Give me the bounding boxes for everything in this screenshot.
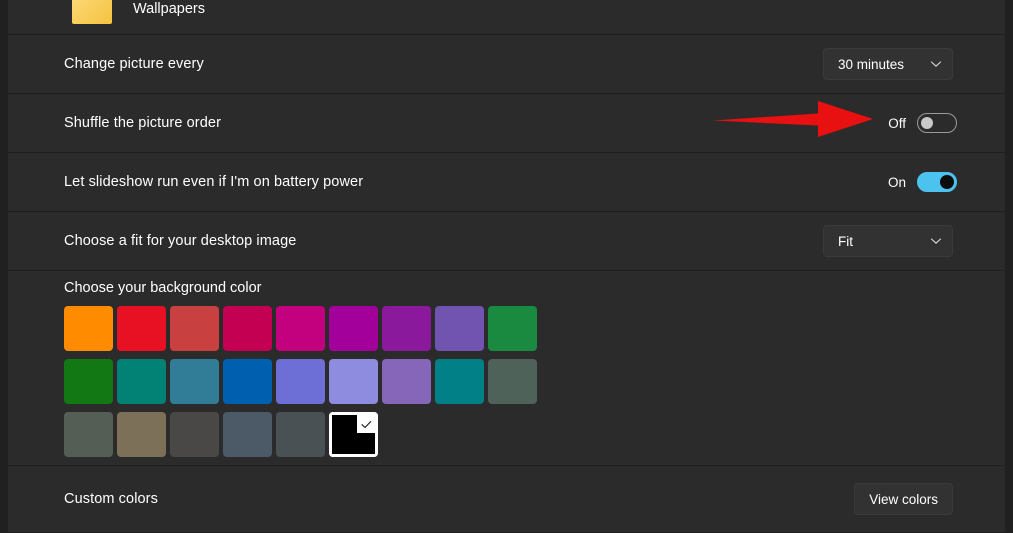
label-choose-fit: Choose a fit for your desktop image [64, 233, 296, 249]
color-swatch-row [64, 408, 541, 461]
color-swatch-fill [488, 359, 537, 404]
color-swatch-fill [223, 306, 272, 351]
color-swatch-slate-blue-gray[interactable] [223, 408, 276, 461]
color-swatch-fill [276, 412, 325, 457]
slideshow-on-battery-control: On [888, 172, 957, 192]
label-custom-colors: Custom colors [64, 491, 158, 507]
color-swatch-khaki[interactable] [117, 408, 170, 461]
label-shuffle-picture-order: Shuffle the picture order [64, 115, 221, 131]
color-swatch-soft-red[interactable] [170, 302, 223, 355]
color-swatch-fill [64, 359, 113, 404]
row-choose-fit: Choose a fit for your desktop image Fit [8, 212, 1005, 271]
color-swatch-fill [276, 359, 325, 404]
color-swatch-fill [223, 412, 272, 457]
color-swatch-dark-gray[interactable] [170, 408, 223, 461]
shuffle-picture-order-control: Off [888, 113, 957, 133]
shuffle-toggle-state: Off [888, 116, 906, 131]
wallpapers-row[interactable]: Wallpapers [8, 0, 1005, 35]
slideshow-toggle-state: On [888, 175, 906, 190]
color-swatch-purple[interactable] [382, 302, 435, 355]
choose-fit-value: Fit [838, 234, 930, 249]
color-swatch-fill [223, 359, 272, 404]
row-shuffle-picture-order: Shuffle the picture order Off [8, 94, 1005, 153]
color-swatch-lavender-purple[interactable] [382, 355, 435, 408]
color-swatch-row [64, 355, 541, 408]
color-swatch-fill [435, 359, 484, 404]
color-swatch-row [64, 302, 541, 355]
color-swatch-dark-green[interactable] [64, 355, 117, 408]
color-swatch-fill [170, 359, 219, 404]
color-swatch-fill [170, 306, 219, 351]
color-swatch-magenta[interactable] [276, 302, 329, 355]
color-swatch-fill [382, 359, 431, 404]
color-swatch-green[interactable] [488, 302, 541, 355]
chevron-down-icon [930, 235, 942, 247]
color-swatch-fill [117, 412, 166, 457]
label-slideshow-on-battery: Let slideshow run even if I'm on battery… [64, 174, 363, 190]
settings-page: Wallpapers Change picture every 30 minut… [0, 0, 1013, 523]
change-picture-every-dropdown[interactable]: 30 minutes [823, 48, 953, 80]
color-swatch-steel-blue[interactable] [170, 355, 223, 408]
view-colors-button[interactable]: View colors [854, 483, 953, 515]
settings-card-column: Wallpapers Change picture every 30 minut… [8, 0, 1005, 533]
color-swatch-teal-green[interactable] [117, 355, 170, 408]
row-change-picture-every: Change picture every 30 minutes [8, 35, 1005, 94]
color-swatch-light-periwinkle[interactable] [329, 355, 382, 408]
row-background-color: Choose your background color [8, 271, 1005, 466]
color-swatch-black[interactable] [329, 408, 382, 461]
color-swatch-fill [329, 359, 378, 404]
color-swatch-fill [117, 359, 166, 404]
color-swatch-teal[interactable] [435, 355, 488, 408]
color-swatch-fill [64, 306, 113, 351]
color-swatch-fill [382, 306, 431, 351]
slideshow-on-battery-toggle[interactable] [917, 172, 957, 192]
background-color-title: Choose your background color [64, 280, 261, 296]
toggle-knob [921, 117, 933, 129]
color-swatch-fill [117, 306, 166, 351]
color-swatch-orange[interactable] [64, 302, 117, 355]
color-swatch-medium-purple[interactable] [435, 302, 488, 355]
label-change-picture-every: Change picture every [64, 56, 204, 72]
color-swatch-red[interactable] [117, 302, 170, 355]
color-swatch-slate-green[interactable] [488, 355, 541, 408]
color-swatch-fill [276, 306, 325, 351]
color-swatch-fill [435, 306, 484, 351]
row-slideshow-on-battery: Let slideshow run even if I'm on battery… [8, 153, 1005, 212]
color-swatch-periwinkle[interactable] [276, 355, 329, 408]
color-swatch-sage-gray[interactable] [64, 408, 117, 461]
wallpaper-thumbnail [72, 0, 112, 24]
color-swatch-grid [64, 302, 541, 461]
color-swatch-purple-magenta[interactable] [329, 302, 382, 355]
choose-fit-dropdown[interactable]: Fit [823, 225, 953, 257]
color-swatch-fill [329, 412, 378, 457]
chevron-down-icon [930, 58, 942, 70]
color-swatch-fill [488, 306, 537, 351]
color-swatch-rose[interactable] [223, 302, 276, 355]
change-picture-every-value: 30 minutes [838, 57, 930, 72]
wallpapers-label: Wallpapers [133, 1, 205, 17]
color-swatch-gray-blue[interactable] [276, 408, 329, 461]
shuffle-picture-order-toggle[interactable] [917, 113, 957, 133]
toggle-knob [940, 175, 954, 189]
check-icon [357, 415, 375, 433]
color-swatch-blue[interactable] [223, 355, 276, 408]
color-swatch-fill [64, 412, 113, 457]
color-swatch-fill [329, 306, 378, 351]
color-swatch-fill [170, 412, 219, 457]
